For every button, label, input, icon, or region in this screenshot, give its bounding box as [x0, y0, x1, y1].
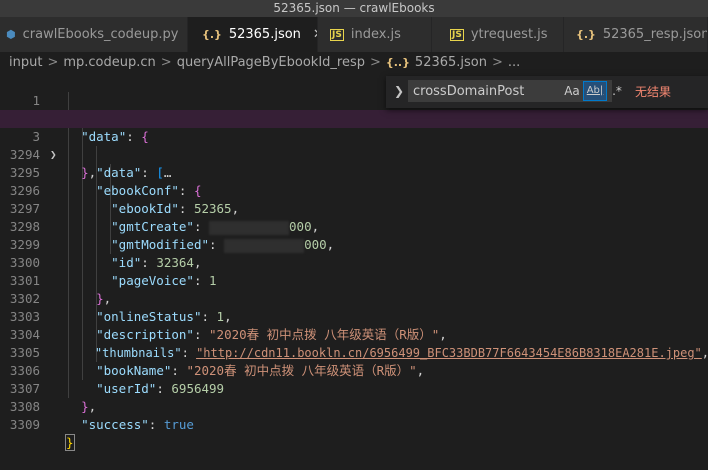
- tab-label: 52365.json: [228, 27, 301, 42]
- tab-index-js[interactable]: JS index.js: [318, 17, 432, 52]
- json-icon: {.}: [576, 28, 596, 41]
- chevron-right-icon: >: [160, 55, 172, 70]
- js-icon: JS: [450, 28, 464, 41]
- window-title: 52365.json — crawlEbooks: [0, 0, 708, 17]
- tab-52365-json[interactable]: {.} 52365.json ✕: [188, 17, 318, 52]
- code-editor[interactable]: 1 { 2 "data": { 3 ❯ "data": [… 3294 }, 3…: [0, 74, 708, 451]
- regex-toggle[interactable]: .*: [608, 82, 626, 100]
- colon: :: [148, 417, 164, 432]
- find-widget: ❯ crossDomainPost Aa Ab| .* 无结果: [386, 76, 708, 108]
- code-line: 3295 "ebookConf": {: [0, 146, 708, 198]
- breadcrumb-item-input[interactable]: input: [9, 55, 42, 70]
- tab-bar: ⬢ crawlEbooks_codeup.py ● {.} 52365.json…: [0, 17, 708, 52]
- json-key: "success": [81, 417, 149, 432]
- code-line-folded: 3 ❯ "data": […: [0, 110, 708, 180]
- chevron-right-icon: >: [492, 55, 503, 70]
- code-line: 3303 "description": "2020春 初中点拨 八年级英语（R版…: [0, 290, 708, 342]
- js-icon: JS: [330, 28, 344, 41]
- whole-word-toggle[interactable]: Ab|: [583, 81, 607, 101]
- code-line: 3299 "id": 32364,: [0, 218, 708, 270]
- code-line: 3294 },: [0, 128, 708, 180]
- find-result-status: 无结果: [635, 85, 672, 99]
- code-line: 3304 "thumbnails": "http://cdn11.bookln.…: [0, 308, 708, 360]
- code-line: 3307 },: [0, 362, 708, 414]
- code-line: 3296 "ebookId": 52365,: [0, 164, 708, 216]
- code-line: 3300 "pageVoice": 1: [0, 236, 708, 288]
- breadcrumb: input > mp.codeup.cn > queryAllPageByEbookId…: [0, 52, 708, 74]
- code-line: 3297 "gmtCreate": 000,: [0, 182, 708, 235]
- breadcrumb-item-domain[interactable]: mp.codeup.cn: [63, 55, 155, 70]
- json-icon: {..}: [385, 56, 410, 69]
- code-line: 3308 "success": true: [0, 380, 708, 432]
- code-line: 3302 "onlineStatus": 1,: [0, 272, 708, 324]
- python-icon: ⬢: [6, 28, 16, 41]
- breadcrumb-item-symbol[interactable]: ...: [508, 55, 520, 70]
- tab-label: 52365_resp.json: [602, 27, 708, 42]
- code-line: 3301 },: [0, 254, 708, 306]
- json-icon: {.}: [202, 28, 222, 41]
- code-line: 3305 "bookName": "2020春 初中点拨 八年级英语（R版）",: [0, 326, 708, 378]
- tab-crawlebooks-codeup-py[interactable]: ⬢ crawlEbooks_codeup.py ●: [0, 17, 188, 52]
- json-boolean: true: [163, 417, 194, 432]
- tab-label: index.js: [350, 27, 401, 42]
- code-line: 3306 "userId": 6956499: [0, 344, 708, 396]
- tab-label: ytrequest.js: [470, 27, 548, 42]
- toggle-replace-chevron-icon[interactable]: ❯: [394, 84, 404, 98]
- code-line: 3298 "gmtModified": 000,: [0, 200, 708, 253]
- breadcrumb-item-folder[interactable]: queryAllPageByEbookId_resp: [177, 55, 365, 70]
- chevron-right-icon: >: [369, 55, 381, 70]
- code-line: 3309 }: [0, 398, 708, 451]
- brace: }: [65, 434, 75, 451]
- chevron-right-icon: >: [47, 55, 59, 70]
- tab-label: crawlEbooks_codeup.py: [22, 27, 179, 42]
- match-case-toggle[interactable]: Aa: [562, 82, 582, 100]
- tab-ytrequest-js[interactable]: JS ytrequest.js: [432, 17, 564, 52]
- breadcrumb-item-file[interactable]: 52365.json: [415, 55, 487, 70]
- tab-52365-resp-json[interactable]: {.} 52365_resp.json: [564, 17, 708, 52]
- line-number: 3309: [9, 417, 40, 432]
